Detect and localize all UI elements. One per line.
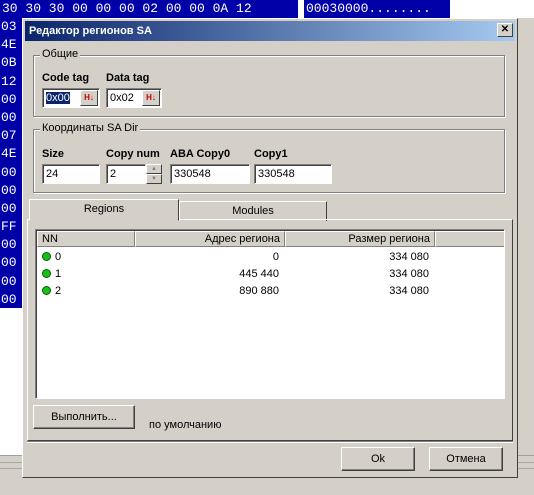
hex-editor-background	[0, 308, 22, 458]
dialog-titlebar[interactable]: Редактор регионов SA ✕	[25, 21, 515, 41]
hex-cell: 00	[1, 273, 17, 289]
hex-cell: 12	[1, 73, 17, 89]
general-group-legend: Общие	[40, 48, 81, 60]
code-tag-hex-button[interactable]: H↓	[80, 90, 98, 106]
hex-cell: 4E	[1, 146, 17, 162]
tab-modules[interactable]: Modules	[179, 201, 327, 221]
hex-arrow-icon: H↓	[84, 93, 94, 102]
hex-cell: 4E	[1, 37, 17, 53]
tab-modules-label: Modules	[232, 205, 274, 217]
column-header-empty	[435, 231, 504, 247]
aba-copy0-field[interactable]: 330548	[170, 164, 250, 184]
tab-regions[interactable]: Regions	[29, 199, 179, 221]
copy-num-spinner[interactable]: ▲ ▼	[146, 164, 162, 184]
status-dot-icon	[42, 269, 51, 278]
status-dot-icon	[42, 252, 51, 261]
hex-ascii-row[interactable]: 00030000........	[304, 0, 450, 18]
column-header-address[interactable]: Адрес региона	[135, 231, 285, 247]
column-header-size-label: Размер региона	[348, 233, 430, 245]
column-header-address-label: Адрес региона	[204, 233, 280, 245]
execute-button[interactable]: Выполнить...	[33, 405, 135, 429]
dialog-separator	[27, 441, 513, 443]
ok-button-label: Ok	[370, 453, 386, 465]
close-icon: ✕	[500, 24, 510, 35]
regions-list[interactable]: NN Адрес региона Размер региона 0 0 334 …	[35, 229, 505, 399]
hex-cell: 00	[1, 109, 17, 125]
row-nn: 0	[55, 251, 62, 263]
hex-cell: 00	[1, 255, 17, 271]
size-label: Size	[42, 148, 65, 160]
hex-cell: 00	[1, 237, 17, 253]
column-header-nn-label: NN	[42, 233, 58, 245]
close-button[interactable]: ✕	[497, 23, 513, 37]
cancel-button[interactable]: Отмена	[429, 447, 503, 471]
size-value: 24	[46, 168, 59, 180]
copy-num-field[interactable]: 2	[106, 164, 146, 184]
hex-cell: 00	[1, 164, 17, 180]
spin-down-icon[interactable]: ▼	[146, 174, 162, 184]
status-dot-icon	[42, 286, 51, 295]
list-item[interactable]: 1 445 440 334 080	[37, 266, 497, 283]
aba-copy0-value: 330548	[174, 168, 211, 180]
list-item[interactable]: 2 890 880 334 080	[37, 283, 497, 300]
execute-button-label: Выполнить...	[51, 411, 117, 423]
row-address: 445 440	[239, 268, 279, 280]
sa-dir-coords-legend: Координаты SA Dir	[40, 122, 141, 134]
general-group: Общие Code tag 0x00 H↓ Data tag 0x02 H↓	[33, 48, 505, 117]
row-nn: 2	[55, 285, 62, 297]
row-size: 334 080	[389, 285, 429, 297]
sa-dir-coords-group: Координаты SA Dir Size 24 Copy num 2 ▲ ▼…	[33, 122, 505, 193]
data-tag-label: Data tag	[106, 72, 150, 84]
hex-arrow-icon: H↓	[146, 93, 156, 102]
hex-cell: 07	[1, 128, 17, 144]
sa-region-editor-dialog: Редактор регионов SA ✕ Общие Code tag 0x…	[22, 18, 518, 478]
row-address: 890 880	[239, 285, 279, 297]
hex-left-column[interactable]: 03 4E 0B 12 00 00 07 4E 00 00 00 FF 00 0…	[0, 18, 22, 308]
size-field[interactable]: 24	[42, 164, 100, 184]
copy-num-value: 2	[110, 168, 117, 180]
ok-button[interactable]: Ok	[341, 447, 415, 471]
cancel-button-label: Отмена	[446, 453, 486, 465]
row-nn: 1	[55, 268, 62, 280]
data-tag-field[interactable]: 0x02 H↓	[106, 88, 162, 108]
copy1-label: Copy1	[254, 148, 288, 160]
hex-editor-top-row: 30 30 30 00 00 00 02 00 00 0A 12 0003000…	[0, 0, 534, 18]
copy-num-label: Copy num	[106, 148, 160, 160]
data-tag-hex-button[interactable]: H↓	[142, 90, 160, 106]
data-tag-value: 0x02	[110, 92, 134, 104]
hex-cell: 00	[1, 91, 17, 107]
dialog-title: Редактор регионов SA	[29, 25, 152, 37]
hex-bytes-row[interactable]: 30 30 30 00 00 00 02 00 00 0A 12	[0, 0, 298, 18]
hex-cell: 00	[1, 182, 17, 198]
row-size: 334 080	[389, 251, 429, 263]
spin-up-icon[interactable]: ▲	[146, 164, 162, 174]
hex-cell: 0B	[1, 55, 17, 71]
hex-cell: FF	[1, 219, 17, 235]
code-tag-field[interactable]: 0x00 H↓	[42, 88, 100, 108]
column-header-size[interactable]: Размер региона	[285, 231, 435, 247]
code-tag-label: Code tag	[42, 72, 90, 84]
row-size: 334 080	[389, 268, 429, 280]
tab-regions-label: Regions	[83, 203, 125, 215]
hex-cell: 00	[1, 200, 17, 216]
row-address: 0	[272, 251, 279, 263]
copy1-field[interactable]: 330548	[254, 164, 332, 184]
aba-copy0-label: ABA Copy0	[170, 148, 231, 160]
code-tag-value: 0x00	[46, 92, 70, 104]
column-header-nn[interactable]: NN	[37, 231, 135, 247]
list-item[interactable]: 0 0 334 080	[37, 249, 497, 266]
hex-cell: 03	[1, 19, 17, 34]
default-label: по умолчанию	[149, 419, 222, 431]
hex-cell: 00	[1, 291, 17, 307]
copy1-value: 330548	[258, 168, 295, 180]
